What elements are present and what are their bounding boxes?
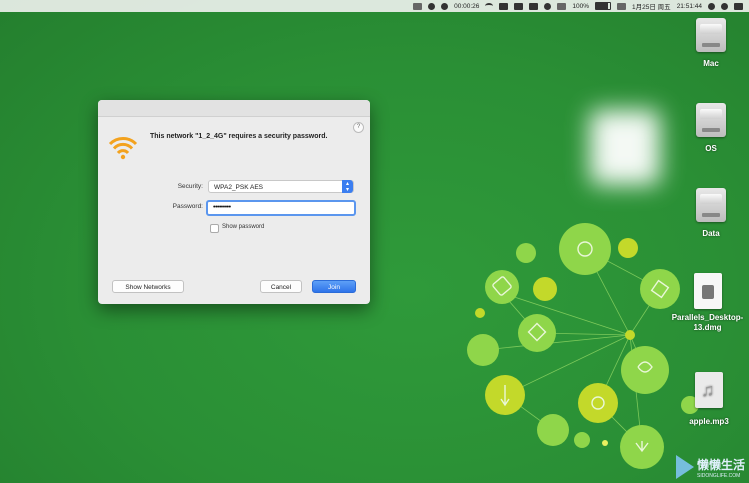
password-value: ••••••••• (213, 204, 231, 211)
play-logo-icon (675, 455, 694, 479)
battery-icon[interactable] (595, 2, 612, 10)
app-icon[interactable] (514, 2, 524, 10)
password-field[interactable]: ••••••••• (206, 200, 356, 216)
clock-text[interactable]: 21:51:44 (677, 3, 702, 10)
menu-bar: 00:00:26 100% 1月25日 周五 21:51:44 (0, 0, 749, 12)
desktop-icon-label: Data (702, 229, 720, 238)
desktop-icon-data[interactable]: Data (681, 188, 741, 238)
wifi-status-icon[interactable] (485, 3, 494, 9)
show-password-label[interactable]: Show password (222, 224, 264, 230)
desktop-icon-label: Parallels_Desktop-13.dmg (671, 313, 744, 332)
help-button[interactable]: ? (353, 122, 364, 133)
watermark-subtext: SIDONGLIFE.COM (696, 472, 741, 479)
hard-drive-icon (696, 188, 726, 222)
timer-text[interactable]: 00:00:26 (454, 3, 479, 10)
date-text[interactable]: 1月25日 周五 (632, 1, 671, 11)
security-value: WPA2_PSK AES (214, 184, 264, 191)
desktop-icon-mac[interactable]: Mac (681, 18, 741, 68)
display-icon[interactable] (499, 2, 509, 10)
battery-percent[interactable]: 100% (572, 3, 589, 10)
password-label: Password: (172, 203, 203, 210)
watermark-text: 懒懒生活 (696, 457, 745, 472)
desktop-icon-label: Mac (703, 59, 719, 68)
hard-drive-icon (696, 103, 726, 137)
spotlight-icon[interactable] (708, 2, 715, 10)
dialog-titlebar[interactable] (98, 100, 370, 117)
input-icon[interactable] (529, 2, 539, 10)
headphones-icon[interactable] (544, 2, 552, 10)
disk-image-icon (693, 273, 722, 309)
select-arrows-icon: ▴ ▾ (342, 180, 353, 193)
show-networks-button[interactable]: Show Networks (112, 280, 184, 293)
join-button[interactable]: Join (312, 280, 356, 293)
blurred-window-glow (590, 110, 660, 185)
language-icon[interactable] (617, 2, 627, 10)
security-select[interactable]: WPA2_PSK AES ▴ ▾ (208, 180, 354, 193)
desktop-icon-label: apple.mp3 (689, 417, 729, 426)
audio-file-icon: ♫ (695, 372, 723, 408)
user-icon[interactable] (413, 2, 423, 10)
hard-drive-icon (696, 18, 726, 52)
wallpaper-bubble-graphic (467, 223, 699, 469)
notification-center-icon[interactable] (734, 2, 743, 10)
watermark-logo: 懒懒生活 SIDONGLIFE.COM (675, 455, 745, 479)
desktop-icon-label: OS (705, 144, 717, 153)
wifi-password-dialog: ? This network "1_2_4G" requires a secur… (98, 100, 370, 304)
vpn-icon[interactable] (428, 2, 436, 10)
show-password-checkbox[interactable] (210, 224, 219, 233)
bluetooth-icon[interactable] (557, 2, 567, 10)
wifi-icon (108, 137, 138, 160)
siri-icon[interactable] (721, 2, 728, 10)
desktop-icon-os[interactable]: OS (681, 103, 741, 153)
recording-icon[interactable] (441, 2, 449, 10)
desktop-icon-apple-mp3[interactable]: ♫ apple.mp3 (679, 372, 739, 426)
dialog-message: This network "1_2_4G" requires a securit… (150, 133, 328, 140)
security-label: Security: (177, 183, 203, 190)
cancel-button[interactable]: Cancel (260, 280, 302, 293)
desktop-icon-parallels-dmg[interactable]: Parallels_Desktop-13.dmg (666, 273, 749, 333)
